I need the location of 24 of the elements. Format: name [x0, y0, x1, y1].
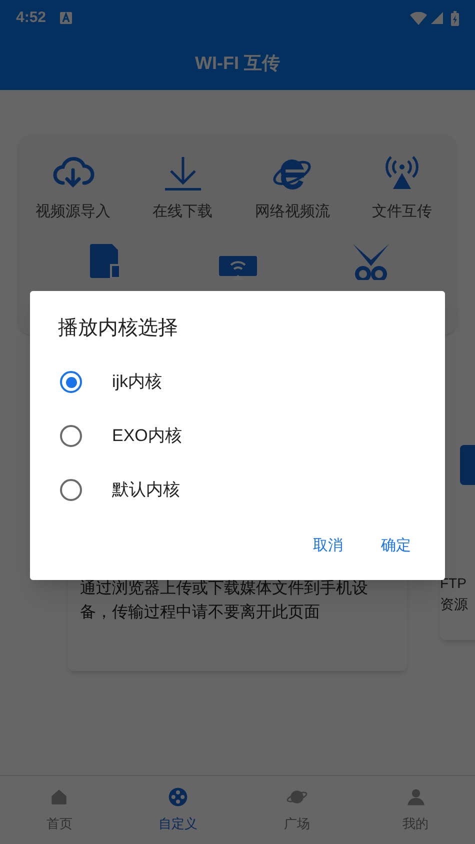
option-label[interactable]: ijk内核: [112, 369, 162, 395]
radio-button[interactable]: [60, 479, 82, 501]
signal-icon: [431, 12, 443, 24]
person-icon: [404, 786, 427, 808]
radio-button[interactable]: [60, 425, 82, 447]
side-card-text: 资源: [440, 595, 469, 614]
app-title: WI-FI 互传: [195, 52, 280, 74]
feature-label[interactable]: 视频源导入: [35, 201, 110, 224]
option-label[interactable]: 默认内核: [112, 477, 180, 503]
feature-label[interactable]: 在线下载: [152, 201, 213, 224]
feature-label[interactable]: 文件互传: [372, 201, 432, 224]
status-time: 4:52: [16, 8, 46, 28]
info-text: 通过浏览器上传或下载媒体文件到手机设备，传输过程中请不要离开此页面: [80, 579, 369, 623]
wifi-icon: [410, 12, 427, 24]
option-label[interactable]: EXO内核: [112, 423, 182, 449]
dialog-title: 播放内核选择: [57, 316, 179, 341]
nav-tab[interactable]: 自定义: [118, 776, 238, 844]
feature-label[interactable]: 网络视频流: [254, 201, 330, 224]
dialog-button[interactable]: 取消: [299, 527, 357, 566]
battery-icon: [451, 10, 459, 26]
film-reel-icon: [167, 786, 190, 808]
dialog-button[interactable]: 确定: [367, 527, 425, 566]
notification-icon: [60, 12, 72, 24]
radio-button[interactable]: [60, 371, 82, 393]
